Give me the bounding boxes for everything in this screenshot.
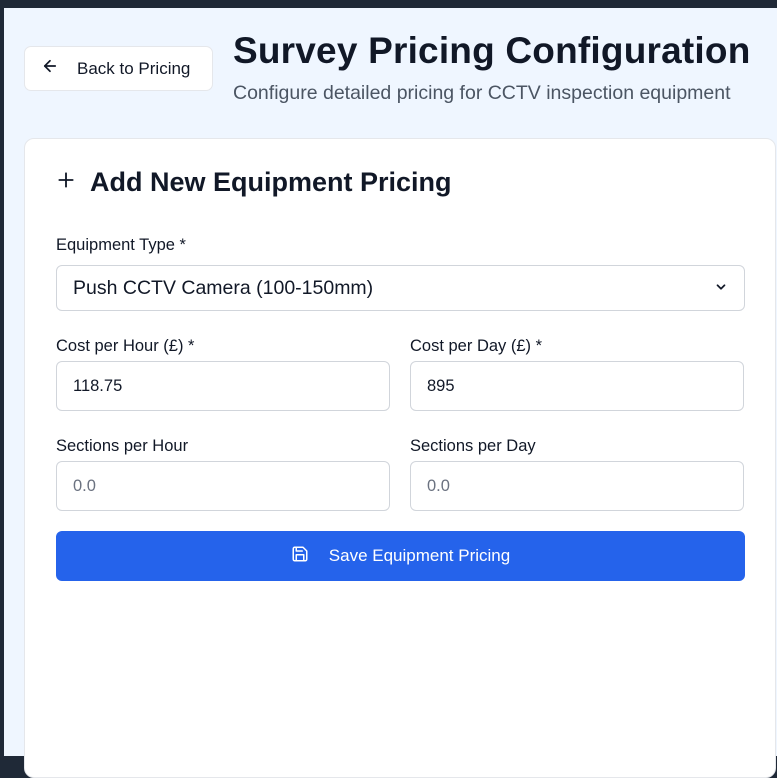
sections-per-day-input[interactable] (410, 461, 744, 511)
save-equipment-pricing-button[interactable]: Save Equipment Pricing (56, 531, 745, 581)
arrow-left-icon (41, 57, 77, 80)
card-title: Add New Equipment Pricing (90, 167, 452, 197)
back-button-label: Back to Pricing (77, 58, 191, 78)
equipment-type-select[interactable]: Push CCTV Camera (100-150mm) (56, 265, 745, 311)
sections-per-hour-input[interactable] (56, 461, 390, 511)
page: Back to Pricing Survey Pricing Configura… (4, 8, 777, 778)
cost-per-day-input[interactable] (410, 361, 744, 411)
floppy-disk-icon (291, 545, 329, 568)
save-button-label: Save Equipment Pricing (328, 546, 511, 565)
cost-per-hour-label: Cost per Hour (£) * (56, 337, 195, 355)
back-to-pricing-button[interactable]: Back to Pricing (24, 46, 213, 91)
equipment-type-label: Equipment Type * (56, 236, 186, 254)
window-top-bar (0, 0, 777, 8)
plus-icon (56, 170, 76, 195)
card-header: Add New Equipment Pricing (56, 167, 452, 198)
page-title: Survey Pricing Configuration (233, 30, 751, 71)
sections-per-day-label: Sections per Day (410, 437, 536, 455)
sections-per-hour-label: Sections per Hour (56, 437, 189, 455)
cost-per-hour-input[interactable] (56, 361, 390, 411)
cost-per-day-label: Cost per Day (£) * (410, 337, 543, 355)
chevron-down-icon (714, 277, 728, 300)
equipment-pricing-card: Add New Equipment Pricing Equipment Type… (24, 138, 776, 778)
page-subtitle: Configure detailed pricing for CCTV insp… (233, 82, 731, 104)
equipment-type-selected-value: Push CCTV Camera (100-150mm) (73, 276, 374, 299)
